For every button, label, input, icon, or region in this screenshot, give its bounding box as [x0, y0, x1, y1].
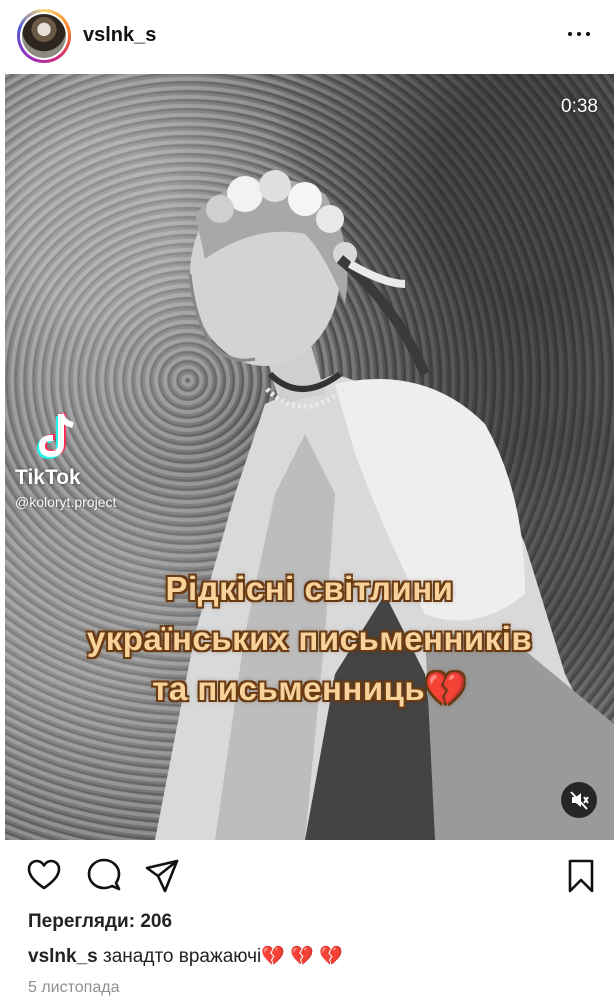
share-icon[interactable] — [144, 858, 180, 894]
portrait-figure — [155, 170, 614, 840]
video-timer: 0:38 — [561, 96, 598, 117]
post-video[interactable]: 0:38 TikTok @koloryt.project Рідкісні св… — [5, 74, 614, 840]
caption-username[interactable]: vslnk_s — [28, 946, 98, 967]
bookmark-icon[interactable] — [563, 858, 599, 894]
video-caption: Рідкісні світлини українських письменник… — [5, 564, 614, 714]
view-count: Перегляди: 206 — [28, 911, 173, 932]
more-options-icon[interactable] — [566, 22, 592, 46]
muted-speaker-icon[interactable] — [561, 782, 597, 818]
post-date[interactable]: 5 листопада — [28, 979, 119, 997]
tiktok-handle: @koloryt.project — [15, 494, 117, 510]
heart-icon[interactable] — [26, 858, 62, 894]
tiktok-wordmark: TikTok — [15, 466, 81, 489]
username[interactable]: vslnk_s — [83, 24, 156, 47]
tiktok-logo-icon — [37, 413, 74, 460]
post-actions — [0, 850, 614, 902]
video-caption-line: Рідкісні світлини — [165, 570, 454, 607]
video-caption-line: та письменниць💔 — [152, 670, 467, 707]
caption-text: занадто вражаючі💔 💔 💔 — [97, 946, 343, 967]
post-header: vslnk_s — [0, 0, 614, 72]
comment-icon[interactable] — [86, 858, 122, 894]
video-caption-line: українських письменників — [86, 620, 533, 657]
post-caption: vslnk_s занадто вражаючі💔 💔 💔 — [28, 944, 343, 968]
avatar[interactable] — [17, 9, 71, 63]
